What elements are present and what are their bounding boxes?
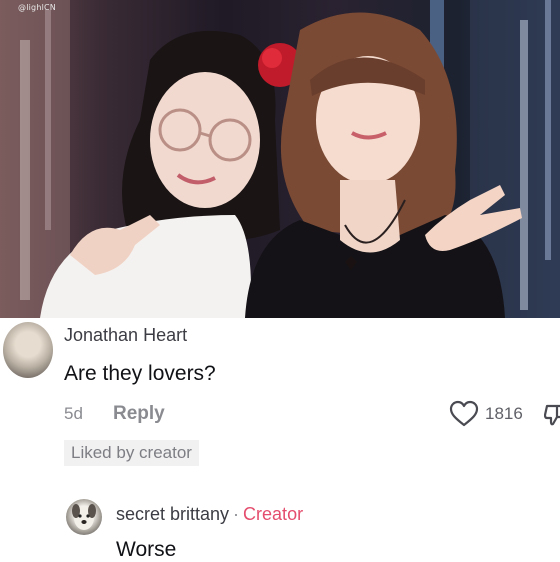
- photo-illustration: [0, 0, 560, 318]
- thumbs-down-icon[interactable]: [544, 403, 560, 427]
- comment-age: 5d: [64, 404, 83, 423]
- photo-watermark: @lighlCN: [18, 3, 56, 12]
- reply-button[interactable]: Reply: [113, 403, 165, 425]
- avatar[interactable]: [66, 499, 102, 535]
- comment-text: Are they lovers?: [64, 362, 216, 385]
- avatar[interactable]: [3, 322, 53, 378]
- comment-text: Worse: [116, 538, 177, 561]
- heart-outline-icon[interactable]: [449, 400, 479, 428]
- post-photo[interactable]: @lighlCN: [0, 0, 560, 318]
- dog-avatar-illustration: [72, 504, 96, 530]
- comment-username[interactable]: Jonathan Heart: [64, 325, 187, 346]
- separator-dot: ·: [233, 504, 240, 524]
- creator-tag: Creator: [243, 504, 304, 524]
- liked-by-creator-badge: Liked by creator: [64, 440, 199, 466]
- comment-username[interactable]: secret brittany: [116, 504, 229, 524]
- like-count: 1816: [485, 404, 523, 423]
- reply-username-line: secret brittany · Creator: [116, 504, 303, 525]
